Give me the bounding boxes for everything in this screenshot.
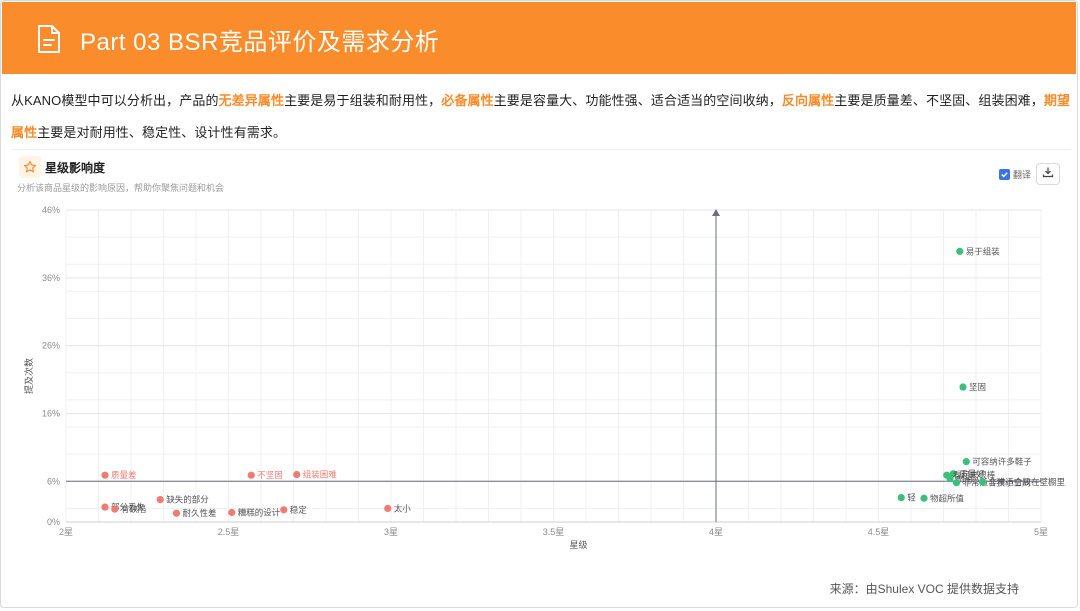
point-label: 糟糕的设计 — [238, 508, 281, 519]
point-label: 太小 — [394, 503, 412, 514]
x-tick-label: 2.5星 — [218, 527, 240, 537]
x-axis-title: 星级 — [569, 539, 587, 551]
scatter-point — [978, 478, 987, 486]
scatter-point — [946, 474, 954, 483]
scatter-point — [228, 508, 236, 517]
point-label: 物超所值 — [930, 493, 965, 504]
point-label: 易于组装 — [966, 246, 1001, 257]
scatter-point — [280, 506, 288, 514]
point-label: 不坚固 — [257, 471, 283, 481]
point-label: 非常适合放在壁橱里 — [989, 477, 1066, 488]
point-label: 质量差 — [111, 470, 137, 481]
scatter-point — [952, 479, 961, 487]
x-tick-label: 3星 — [384, 527, 398, 537]
scatter-point — [156, 496, 164, 504]
scatter-point — [962, 458, 970, 466]
slide-frame: Part 03 BSR竞品评价及需求分析 从KANO模型中可以分析出，产品的无差… — [0, 0, 1078, 608]
scatter-point — [897, 493, 905, 502]
scatter-point — [956, 247, 964, 255]
point-label: 缺失的部分 — [166, 495, 209, 506]
x-tick-label: 4星 — [709, 527, 723, 537]
x-tick-label: 2星 — [59, 527, 73, 537]
point-label: 可容纳许多鞋子 — [972, 457, 1032, 468]
scatter-point — [293, 470, 301, 479]
x-tick-label: 3.5星 — [543, 527, 565, 537]
y-tick-label: 36% — [42, 273, 60, 283]
scatter-point — [959, 383, 967, 391]
point-label: 组装困难 — [303, 470, 338, 481]
point-label: 耐久性差 — [183, 508, 217, 519]
y-tick-label: 6% — [47, 476, 60, 486]
scatter-point — [101, 471, 109, 479]
y-tick-label: 16% — [42, 408, 60, 418]
star-impact-scatter-chart: 0% 6% 16% 26% 36% 46% 2星 2.5星 3星 3.5星 4星 4.5星 5星星级 提及… — [23, 205, 1066, 551]
point-label: 轻 — [907, 493, 916, 504]
scatter-point — [111, 505, 119, 513]
x-tick-label: 4.5星 — [868, 527, 890, 537]
y-tick-label: 26% — [42, 341, 60, 351]
point-label: 稳定 — [290, 505, 308, 516]
point-label: 坚固 — [969, 383, 986, 393]
scatter-point — [172, 509, 181, 517]
y-axis-title: 提及次数 — [23, 358, 35, 394]
scatter-point — [101, 503, 109, 511]
x-tick-label: 5星 — [1034, 527, 1048, 537]
scatter-point — [920, 494, 928, 502]
scatter-point — [247, 471, 255, 479]
y-tick-label: 46% — [42, 205, 60, 215]
scatter-point — [384, 504, 392, 513]
point-label: 有缺陷 — [121, 504, 147, 515]
source-note: 来源：由Shulex VOC 提供数据支持 — [829, 582, 1019, 596]
y-tick-label: 0% — [47, 517, 60, 527]
